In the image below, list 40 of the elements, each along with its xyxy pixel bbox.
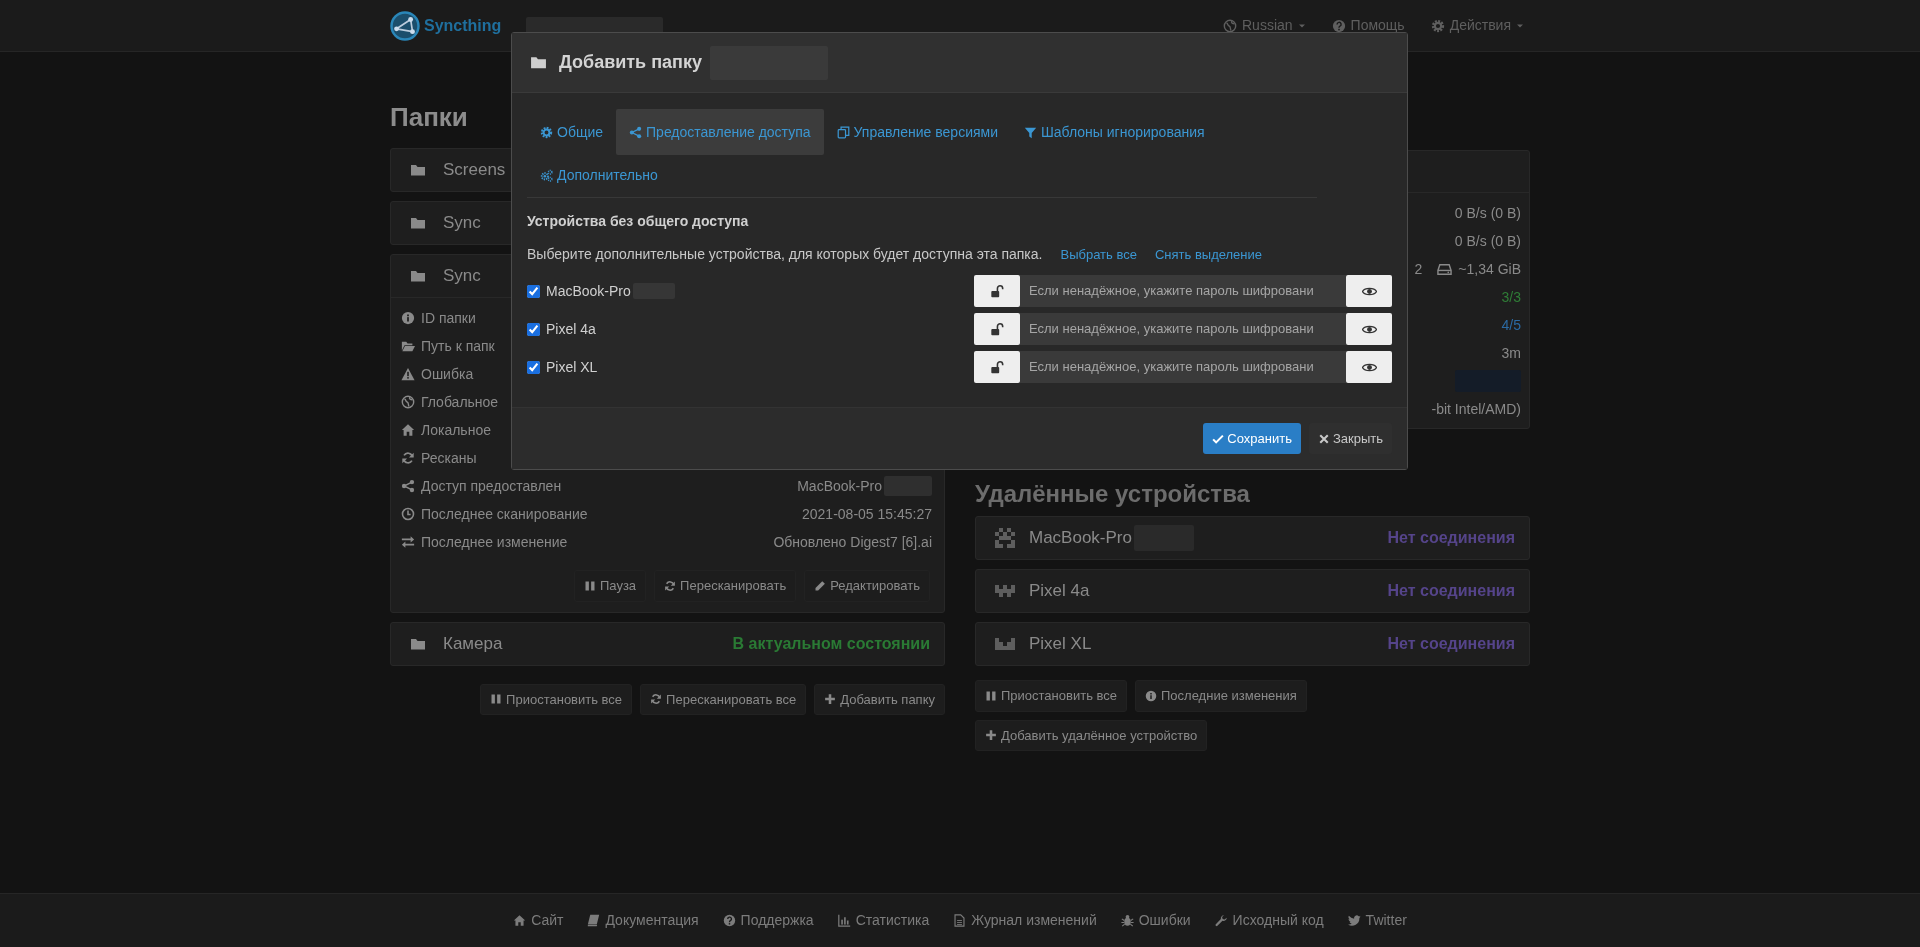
brand-name: Syncthing [424,15,502,36]
detail-label: Последнее изменение [421,532,568,552]
folder-name: Screens [443,159,506,182]
detail-label: Доступ предоставлен [421,476,562,496]
device-name: Pixel 4a [546,319,596,339]
detail-value: 2021-08-05 15:45:27 [802,504,932,524]
description-text: Выберите дополнительные устройства, для которых будет доступна эта папка. [527,245,1043,264]
stat-value: 0 B/s (0 B) [1454,231,1521,251]
section-title: Папки [390,102,468,133]
device-name: MacBook-Pro [546,281,631,301]
folder-status: В актуальном состоянии [732,633,930,654]
stat-value: ~1,34 GiB [1458,259,1521,279]
detail-label: Глобальное [421,392,499,412]
detail-label: Ресканы [421,448,477,468]
device-status: Нет соединения [1387,528,1515,548]
folder-name: Sync [443,212,481,235]
device-name: Pixel XL [1029,633,1092,656]
device-name: Pixel 4a [1029,580,1090,603]
device-status: Нет соединения [1387,581,1515,601]
stat-value: 0 B/s (0 B) [1454,203,1521,223]
dialog-title: Добавить папку [559,51,702,74]
detail-value: MacBook-Pro [797,476,882,496]
detail-label: ID папки [421,308,476,328]
stat-value: 2 [1414,259,1423,279]
detail-label: Путь к папк [421,336,495,356]
detail-label: Последнее сканирование [421,504,588,524]
folder-name: Sync [443,265,481,288]
stat-value: 4/5 [1501,315,1521,335]
section-heading: Устройства без общего доступа [527,212,750,231]
device-status: Нет соединения [1387,634,1515,654]
device-name: Pixel XL [546,357,598,377]
stat-value: -bit Intel/AMD) [1431,399,1521,419]
detail-label: Локальное [421,420,491,440]
folder-name: Камера [443,632,503,655]
device-name: MacBook-Pro [1029,527,1132,550]
stat-value: 3m [1501,343,1521,363]
detail-value: Обновлено Digest7 [6].ai [773,532,932,552]
detail-label: Ошибка [421,364,474,384]
stat-value: 3/3 [1501,287,1521,307]
section-title: Удалённые устройства [975,479,1250,508]
